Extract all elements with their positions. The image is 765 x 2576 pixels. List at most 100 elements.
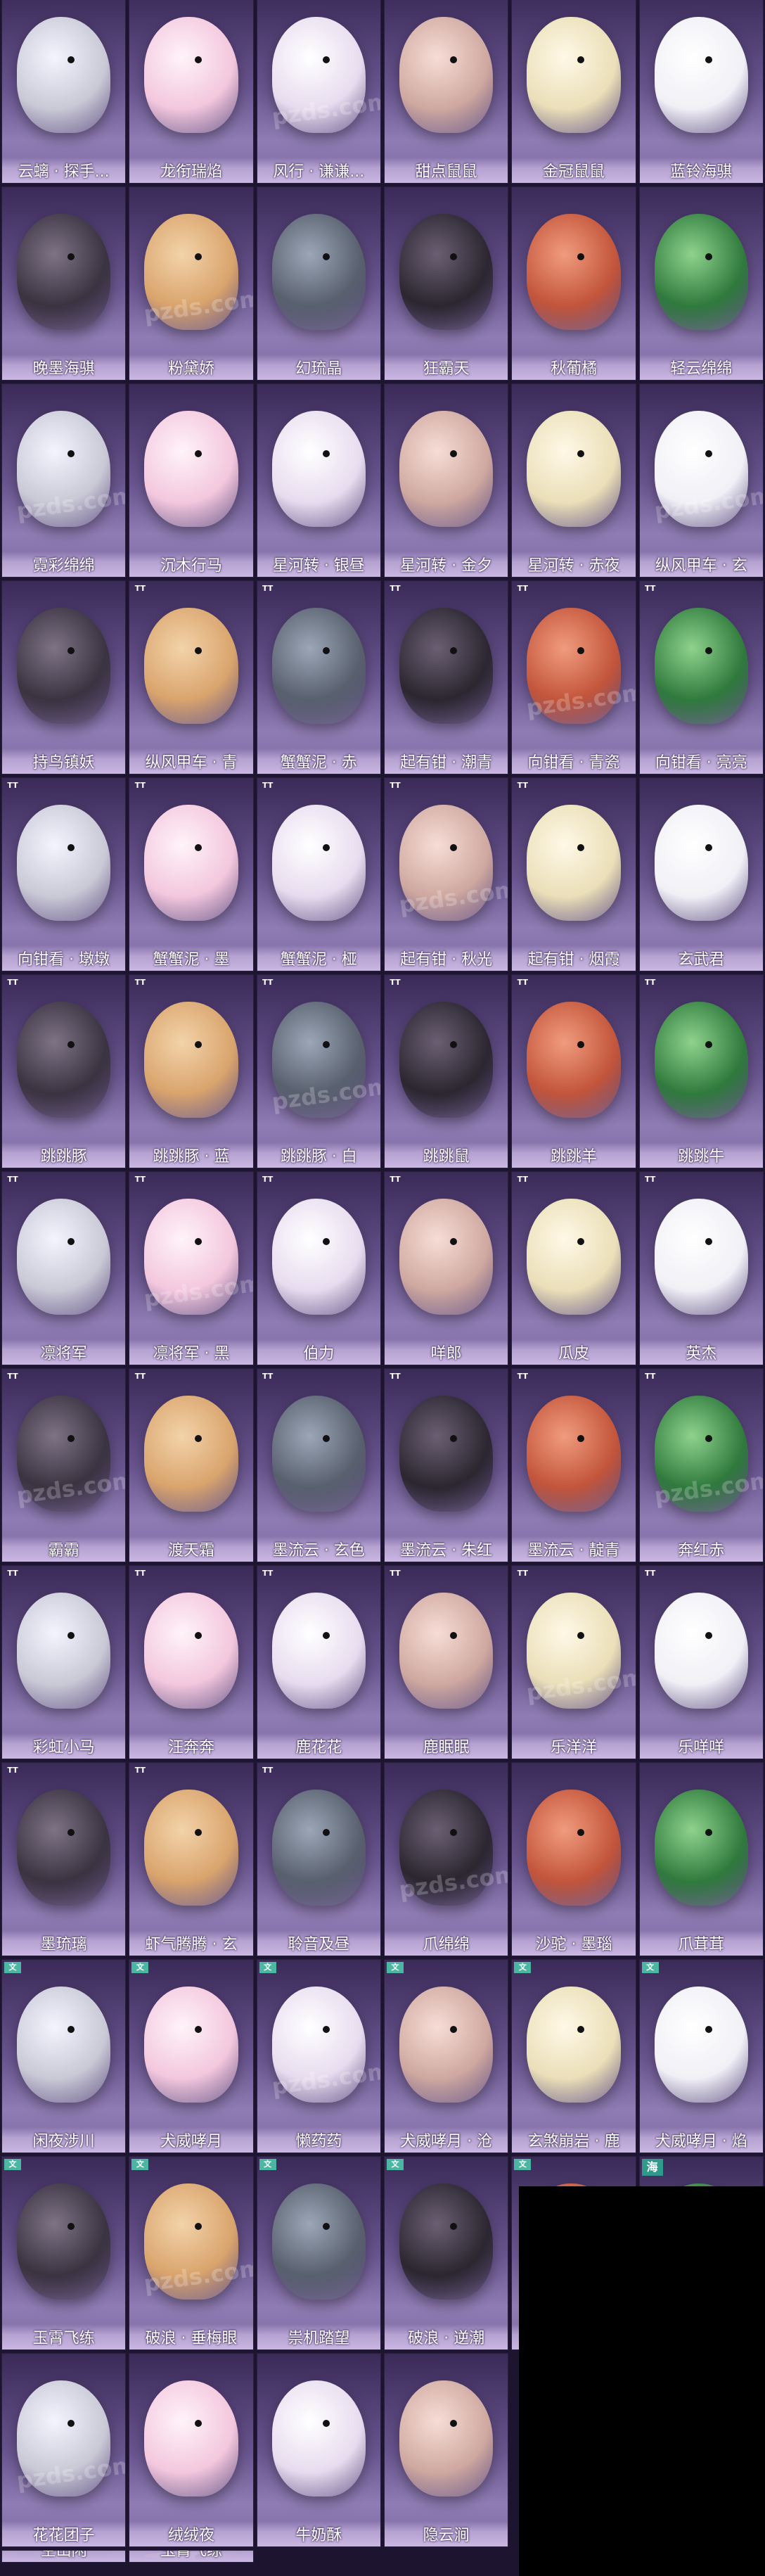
mount-label-bar: 风行 · 谦谦... xyxy=(257,158,380,183)
mount-card[interactable]: 狂霸天 xyxy=(383,186,509,381)
quote-badge-icon: TT xyxy=(645,978,656,987)
mount-card[interactable]: 牛奶酥 xyxy=(256,2353,381,2547)
mount-card[interactable]: TT 咩郎 xyxy=(383,1171,509,1365)
mount-card[interactable]: 龙衔瑞焰 xyxy=(129,0,254,184)
mount-card[interactable]: TT 英杰 xyxy=(638,1171,764,1365)
mount-card[interactable]: 金冠鼠鼠 xyxy=(511,0,636,184)
mount-card[interactable]: 文犬威哮月 · 沧 xyxy=(383,1959,509,2153)
mount-card[interactable]: TT 起有钳 · 烟霞 xyxy=(511,777,636,971)
mount-card[interactable]: TT 墨流云 · 朱红 xyxy=(383,1368,509,1562)
mount-card[interactable]: 轻云绵绵 xyxy=(638,186,764,381)
mount-card[interactable]: 蓝铃海骐 xyxy=(638,0,764,184)
mount-card[interactable]: TT 乐咩咩 xyxy=(638,1565,764,1759)
mount-name: 花花团子 xyxy=(32,2527,95,2544)
quote-badge-icon: TT xyxy=(262,978,274,987)
mount-card[interactable]: 星河转 · 金夕 xyxy=(383,383,509,578)
mount-card[interactable]: TT pzds.com 霸霸 xyxy=(1,1368,127,1562)
mount-label-bar: 汪奔奔 xyxy=(129,1733,253,1759)
mount-card[interactable]: 绒绒夜 xyxy=(129,2353,254,2547)
mount-card[interactable]: 甜点鼠鼠 xyxy=(383,0,509,184)
mount-card[interactable]: 文 pzds.com 破浪 · 垂梅眼 xyxy=(129,2156,254,2350)
quote-badge-icon: TT xyxy=(390,781,401,790)
mount-card[interactable]: TT 墨流云 · 靛青 xyxy=(511,1368,636,1562)
mount-card[interactable]: TT 蟹蟹泥 · 赤 xyxy=(256,580,381,774)
mount-image xyxy=(144,214,238,330)
mount-card[interactable]: TT 瓜皮 xyxy=(511,1171,636,1365)
mount-card[interactable]: 文祟机踏望 xyxy=(256,2156,381,2350)
mount-eye-icon xyxy=(449,253,457,261)
mount-card[interactable]: TT 凛将军 xyxy=(1,1171,127,1365)
mount-card[interactable]: TT 虾气腾腾 · 玄 xyxy=(129,1762,254,1956)
mount-card[interactable]: pzds.com 风行 · 谦谦... xyxy=(256,0,381,184)
mount-card[interactable]: TT 汪奔奔 xyxy=(129,1565,254,1759)
mount-card[interactable]: TT 渡天霜 xyxy=(129,1368,254,1562)
mount-card[interactable]: TT 跳跳豚 · 蓝 xyxy=(129,974,254,1168)
mount-name: 渡天霜 xyxy=(167,1542,214,1560)
mount-image xyxy=(654,411,748,527)
mount-card[interactable]: TT 墨流云 · 玄色 xyxy=(256,1368,381,1562)
mount-card[interactable]: 文破浪 · 逆潮 xyxy=(383,2156,509,2350)
mount-card[interactable]: 玄武君 xyxy=(638,777,764,971)
mount-eye-icon xyxy=(577,647,585,655)
mount-card[interactable]: 星河转 · 赤夜 xyxy=(511,383,636,578)
mount-card[interactable]: pzds.com 粉黛娇 xyxy=(129,186,254,381)
mount-eye-icon xyxy=(705,647,712,655)
mount-card[interactable]: 文闲夜涉川 xyxy=(1,1959,127,2153)
mount-card[interactable]: TT 起有钳 · 潮青 xyxy=(383,580,509,774)
mount-card[interactable]: 沉木行马 xyxy=(129,383,254,578)
mount-card[interactable]: pzds.com 花花团子 xyxy=(1,2353,127,2547)
mount-card[interactable]: TT pzds.com 向钳看 · 青瓷 xyxy=(511,580,636,774)
mount-card[interactable]: 爪茸茸 xyxy=(638,1762,764,1956)
mount-card[interactable]: TT 跳跳鼠 xyxy=(383,974,509,1168)
mount-card[interactable]: 秋葡橘 xyxy=(511,186,636,381)
mount-card[interactable]: TT pzds.com 奔红赤 xyxy=(638,1368,764,1562)
mount-card[interactable]: TT pzds.com 乐洋洋 xyxy=(511,1565,636,1759)
mount-card[interactable]: TT 向钳看 · 墩墩 xyxy=(1,777,127,971)
mount-card[interactable]: TT 鹿眠眠 xyxy=(383,1565,509,1759)
mount-card[interactable]: TT 纵风甲车 · 青 xyxy=(129,580,254,774)
mount-card[interactable]: 文玉霄飞练 xyxy=(1,2156,127,2350)
mount-card[interactable]: 文犬威哮月 · 焰 xyxy=(638,1959,764,2153)
mount-card[interactable]: 持鸟镇妖 xyxy=(1,580,127,774)
mount-image xyxy=(527,1593,621,1709)
mount-card[interactable]: TT 蟹蟹泥 · 桠 xyxy=(256,777,381,971)
mount-card[interactable]: 空山闲 xyxy=(1,2550,127,2563)
mount-card[interactable]: TT pzds.com 起有钳 · 秋光 xyxy=(383,777,509,971)
mount-image xyxy=(399,1987,494,2103)
mount-name: 跳跳鼠 xyxy=(423,1148,470,1166)
mount-card[interactable]: TT 鹿花花 xyxy=(256,1565,381,1759)
mount-label-bar: 空山闲 xyxy=(2,2551,126,2562)
mount-card[interactable]: TT pzds.com 凛将军 · 黑 xyxy=(129,1171,254,1365)
mount-card[interactable]: pzds.com 霓彩绵绵 xyxy=(1,383,127,578)
mount-card[interactable]: 星河转 · 银昼 xyxy=(256,383,381,578)
mount-card[interactable]: TT 跳跳羊 xyxy=(511,974,636,1168)
mount-eye-icon xyxy=(195,2026,202,2034)
mount-card[interactable]: 幻琉晶 xyxy=(256,186,381,381)
mount-card[interactable]: TT 墨琉璃 xyxy=(1,1762,127,1956)
mount-card[interactable]: TT 跳跳牛 xyxy=(638,974,764,1168)
mount-image xyxy=(527,1987,621,2103)
mount-card[interactable]: 文犬威哮月 xyxy=(129,1959,254,2153)
mount-name: 金冠鼠鼠 xyxy=(542,163,605,181)
mount-card[interactable]: TT 彩虹小马 xyxy=(1,1565,127,1759)
mount-card[interactable]: pzds.com 纵风甲车 · 玄 xyxy=(638,383,764,578)
mount-name: 跳跳牛 xyxy=(678,1148,725,1166)
mount-card[interactable]: 晚墨海骐 xyxy=(1,186,127,381)
mount-card[interactable]: TT 伯力 xyxy=(256,1171,381,1365)
mount-card[interactable]: TT 蟹蟹泥 · 墨 xyxy=(129,777,254,971)
mount-card[interactable]: 沙驼 · 墨瑙 xyxy=(511,1762,636,1956)
mount-card[interactable]: TT 向钳看 · 亮亮 xyxy=(638,580,764,774)
mount-eye-icon xyxy=(577,1238,585,1246)
mount-card[interactable]: TT pzds.com 跳跳豚 · 白 xyxy=(256,974,381,1168)
mount-card[interactable]: TT 聆音及昼 xyxy=(256,1762,381,1956)
mount-card[interactable]: TT 跳跳豚 xyxy=(1,974,127,1168)
mount-label-bar: 墨流云 · 朱红 xyxy=(384,1536,508,1562)
mount-card[interactable]: 玉霄飞练 xyxy=(129,2550,254,2563)
mount-card[interactable]: pzds.com 爪绵绵 xyxy=(383,1762,509,1956)
mount-eye-icon xyxy=(449,2420,457,2428)
mount-card[interactable]: 隐云涧 xyxy=(383,2353,509,2547)
mount-card[interactable]: 云螭 · 探手... xyxy=(1,0,127,184)
mount-eye-icon xyxy=(322,2223,330,2231)
mount-card[interactable]: 文玄煞崩岩 · 鹿 xyxy=(511,1959,636,2153)
mount-card[interactable]: 文 pzds.com 懒药药 xyxy=(256,1959,381,2153)
